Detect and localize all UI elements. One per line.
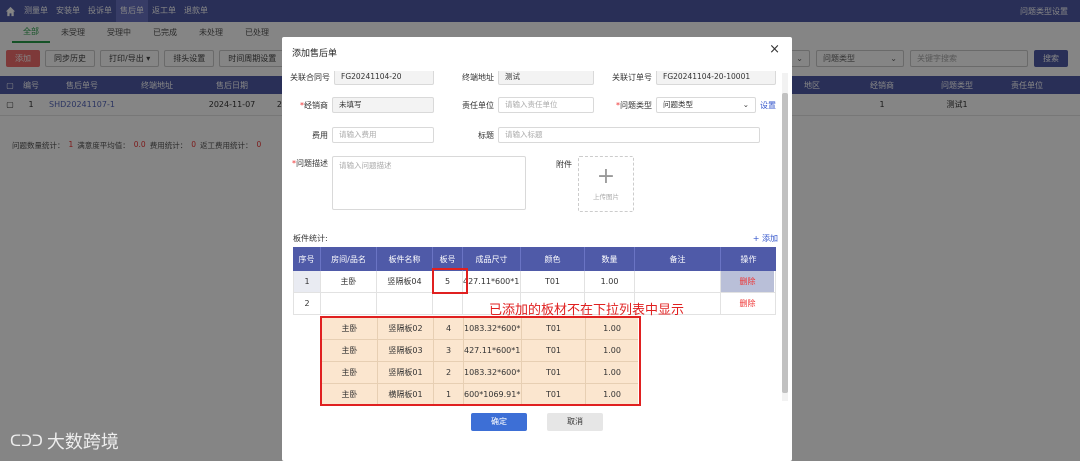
col-note: 备注 [635,247,721,271]
chevron-down-icon: ⌄ [742,100,749,109]
highlight-selected-board-no [432,268,468,294]
col-board-name: 板件名称 [377,247,433,271]
resp-unit-input[interactable]: 请输入责任单位 [498,97,594,113]
desc-textarea[interactable]: 请输入问题描述 [332,156,526,210]
fee-label: 费用 [312,130,328,140]
desc-label-row: *问题描述 [282,155,328,171]
terminal-address-field[interactable]: 测试 [498,71,594,85]
order-no-label: 关联订单号 [612,72,652,82]
attach-label: 附件 [556,160,572,169]
upload-image-button[interactable]: + 上传图片 [578,156,634,212]
add-board-link[interactable]: + 添加 [753,233,778,244]
confirm-button[interactable]: 确定 [471,413,527,431]
col-size: 成品尺寸 [463,247,521,271]
brand-logo-icon: ᑕᑐᑐ [10,432,43,450]
col-qty: 数量 [585,247,635,271]
row-no: 2 [294,293,321,314]
row-room: 主卧 [321,271,377,292]
close-icon[interactable]: × [769,42,780,57]
delete-button[interactable]: 删除 [721,293,774,314]
col-no: 序号 [293,247,321,271]
watermark: ᑕᑐᑐ 大数跨境 [10,428,119,454]
contract-row: 关联合同号 FG20241104-20 终端地址 测试 关联订单号 FG2024… [282,71,776,85]
problem-type-value: 问题类型 [663,100,693,109]
row-size: 427.11*600*18. [463,271,521,292]
col-color: 颜色 [521,247,585,271]
row-qty: 1.00 [585,271,635,292]
col-room: 房间/品名 [321,247,377,271]
row-room [321,293,377,314]
row-color: T01 [521,271,585,292]
dealer-label-text: 经销商 [304,100,328,110]
delete-label: 删除 [739,277,756,286]
problem-type-select[interactable]: 问题类型 ⌄ [656,97,756,113]
annotation-text: 已添加的板材不在下拉列表中显示 [489,303,685,318]
terminal-address-label: 终端地址 [462,72,494,82]
settings-link[interactable]: 设置 [760,100,776,111]
cancel-button[interactable]: 取消 [547,413,603,431]
row-board-name [377,293,433,314]
board-row: 1 主卧 竖隔板04 5 427.11*600*18. T01 1.00 删除 [293,271,776,293]
desc-label-text: 问题描述 [296,158,328,168]
watermark-text: 大数跨境 [46,432,119,453]
delete-label: 删除 [739,299,756,308]
plus-icon: + [596,164,616,189]
title-label: 标题 [478,130,494,140]
dealer-field[interactable]: 未填写 [332,97,434,113]
delete-button[interactable]: 删除 [721,271,774,292]
problem-type-label-text: 问题类型 [620,100,652,110]
highlight-dropdown-list [320,316,641,406]
dealer-label: *经销商 [282,100,328,111]
row-board-name: 竖隔板04 [377,271,433,292]
problem-type-label: *问题类型 [602,100,652,111]
col-op: 操作 [740,254,757,264]
board-table-header: 序号 房间/品名 板件名称 板号 成品尺寸 颜色 数量 备注 操作 [293,247,776,271]
board-stats-title: 板件统计: [293,234,328,243]
fee-input[interactable]: 请输入费用 [332,127,434,143]
title-input[interactable]: 请输入标题 [498,127,760,143]
contract-field[interactable]: FG20241104-20 [334,71,434,85]
dialog-scrollbar[interactable] [782,73,788,401]
order-no-field[interactable]: FG20241104-20-10001 [656,71,776,85]
row-note[interactable] [635,271,721,292]
contract-label: 关联合同号 [290,72,330,82]
row-no: 1 [294,271,321,292]
scrollbar-thumb[interactable] [782,93,788,393]
upload-label: 上传图片 [593,193,619,201]
dialog-title: 添加售后单 [292,49,338,59]
dialog-footer: 确定 取消 [282,413,792,431]
resp-unit-label: 责任单位 [462,100,494,110]
dealer-row: *经销商 未填写 责任单位 请输入责任单位 *问题类型 问题类型 ⌄ 设置 [282,97,776,113]
row-board-no-select[interactable] [433,293,463,314]
desc-label: *问题描述 [282,158,328,169]
fee-row: 费用 请输入费用 标题 请输入标题 [282,127,760,143]
